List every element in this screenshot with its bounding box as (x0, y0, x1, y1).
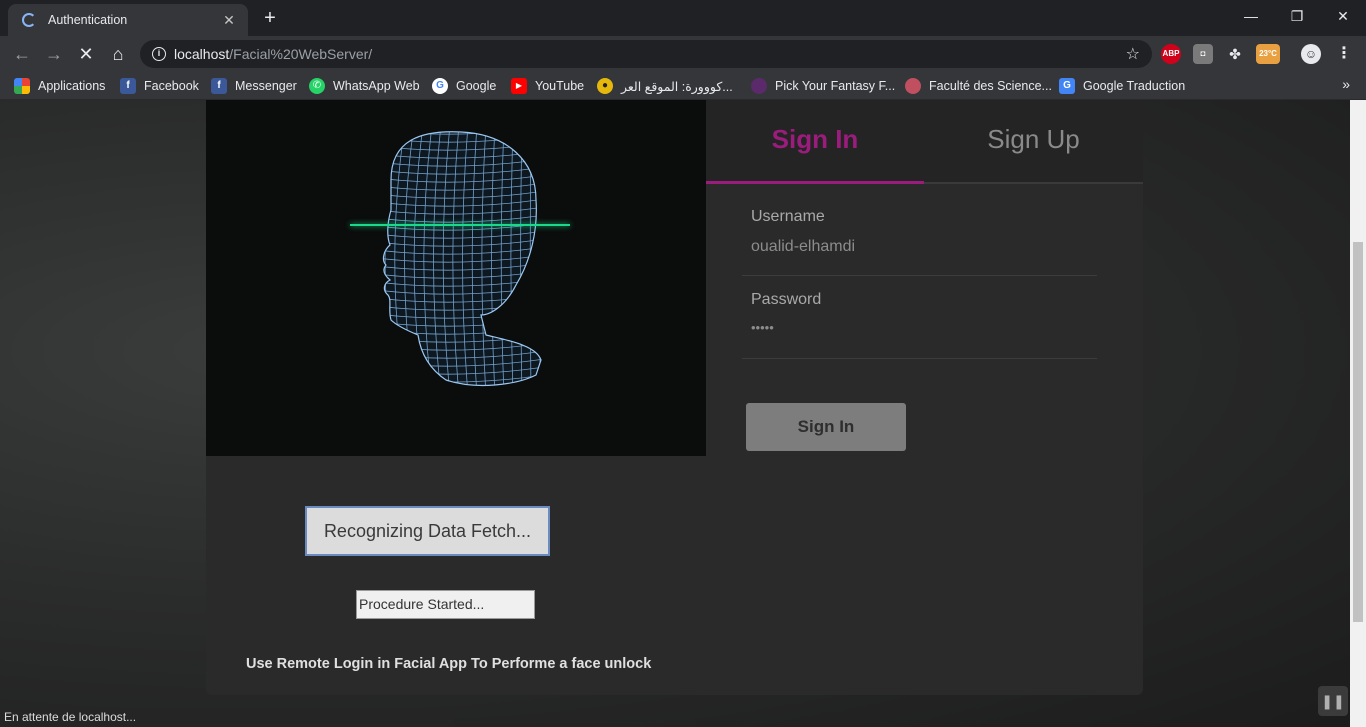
bookmark-google-traduction[interactable]: G Google Traduction (1059, 77, 1185, 95)
face-scan-panel (206, 100, 706, 456)
browser-toolbar: ← → ✕ ⌂ i localhost/Facial%20WebServer/ … (0, 36, 1366, 72)
bookmark-label: Google (456, 79, 497, 93)
adblock-plus-icon[interactable]: ABP (1161, 44, 1181, 64)
username-label: Username (751, 208, 825, 225)
page-viewport: Sign In Sign Up Username oualid-elhamdi … (0, 100, 1350, 727)
minimize-button[interactable]: — (1228, 0, 1274, 32)
screenshot-extension-icon[interactable]: ◘ (1193, 44, 1213, 64)
site-info-icon[interactable]: i (152, 47, 166, 61)
youtube-icon: ▶ (511, 78, 527, 94)
tab-title: Authentication (48, 13, 128, 27)
fantasy-icon (751, 78, 767, 94)
tab-sign-up[interactable]: Sign Up (924, 100, 1143, 184)
bookmark-kooora[interactable]: ● كووورة: الموقع العر... (597, 77, 733, 95)
stop-loading-button[interactable]: ✕ (73, 41, 99, 67)
sign-in-button[interactable]: Sign In (746, 403, 906, 451)
bookmark-whatsapp[interactable]: ✆ WhatsApp Web (309, 77, 420, 95)
url-path: /Facial%20WebServer/ (229, 46, 373, 62)
address-bar[interactable]: i localhost/Facial%20WebServer/ ☆ (140, 40, 1152, 68)
whatsapp-icon: ✆ (309, 78, 325, 94)
tab-sign-in[interactable]: Sign In (706, 100, 924, 184)
bookmark-label: Google Traduction (1083, 79, 1186, 93)
bookmark-messenger[interactable]: f Messenger (211, 77, 297, 95)
procedure-status-field[interactable]: Procedure Started... (356, 590, 535, 619)
bookmark-label: WhatsApp Web (333, 79, 420, 93)
browser-tab[interactable]: Authentication ✕ (8, 4, 248, 36)
bookmark-label: Messenger (235, 79, 297, 93)
home-button[interactable]: ⌂ (105, 41, 131, 67)
auth-card: Sign In Sign Up Username oualid-elhamdi … (206, 100, 1143, 695)
weather-extension-icon[interactable]: 23°C (1256, 44, 1280, 64)
username-underline (742, 275, 1097, 276)
tab-strip: Authentication ✕ + — ❐ ✕ (0, 0, 1366, 36)
url-host: localhost (174, 46, 230, 62)
password-field[interactable]: ••••• (751, 320, 774, 335)
bookmark-star-icon[interactable]: ☆ (1126, 44, 1140, 64)
bookmark-youtube[interactable]: ▶ YouTube (511, 77, 584, 95)
apps-grid-icon (14, 78, 30, 94)
bookmarks-overflow-icon[interactable]: » (1342, 76, 1350, 92)
profile-avatar[interactable]: ☺ (1301, 44, 1321, 64)
restore-button[interactable]: ❐ (1274, 0, 1320, 32)
page-scrollbar[interactable] (1350, 100, 1366, 727)
puzzle-extension-icon[interactable]: ✤ (1225, 44, 1245, 64)
bookmarks-bar: Applications f Facebook f Messenger ✆ Wh… (0, 72, 1366, 100)
pause-icon[interactable]: ❚❚ (1318, 686, 1348, 716)
scrollbar-thumb[interactable] (1353, 242, 1363, 622)
facebook-icon: f (211, 78, 227, 94)
username-field[interactable]: oualid-elhamdi (751, 238, 855, 256)
bookmark-facebook[interactable]: f Facebook (120, 77, 199, 95)
bookmark-label: Facebook (144, 79, 199, 93)
bookmark-label: Faculté des Science... (929, 79, 1052, 93)
wireframe-head-icon (382, 131, 542, 387)
auth-tabs: Sign In Sign Up (706, 100, 1143, 184)
bookmark-applications[interactable]: Applications (14, 77, 105, 95)
password-underline (742, 358, 1097, 359)
menu-kebab-icon[interactable]: ⋮ (1334, 44, 1354, 64)
forward-button[interactable]: → (41, 41, 67, 67)
back-button[interactable]: ← (9, 41, 35, 67)
bookmark-fantasy[interactable]: Pick Your Fantasy F... (751, 77, 895, 95)
bookmark-label: Applications (38, 79, 106, 93)
faculty-icon (905, 78, 921, 94)
kooora-icon: ● (597, 78, 613, 94)
new-tab-button[interactable]: + (258, 6, 282, 30)
google-translate-icon: G (1059, 78, 1075, 94)
close-tab-icon[interactable]: ✕ (220, 12, 238, 29)
close-window-button[interactable]: ✕ (1320, 0, 1366, 32)
google-icon: G (432, 78, 448, 94)
status-bar: En attente de localhost... (0, 708, 453, 727)
bookmark-google[interactable]: G Google (432, 77, 496, 95)
scan-line (350, 224, 570, 226)
loading-spinner-icon (22, 13, 36, 27)
recognize-button[interactable]: Recognizing Data Fetch... (305, 506, 550, 556)
bookmark-faculty[interactable]: Faculté des Science... (905, 77, 1052, 95)
password-label: Password (751, 291, 822, 308)
bookmark-label: Pick Your Fantasy F... (775, 79, 896, 93)
facebook-icon: f (120, 78, 136, 94)
bookmark-label: كووورة: الموقع العر... (621, 79, 733, 94)
remote-login-hint: Use Remote Login in Facial App To Perfor… (246, 656, 652, 672)
bookmark-label: YouTube (535, 79, 585, 93)
